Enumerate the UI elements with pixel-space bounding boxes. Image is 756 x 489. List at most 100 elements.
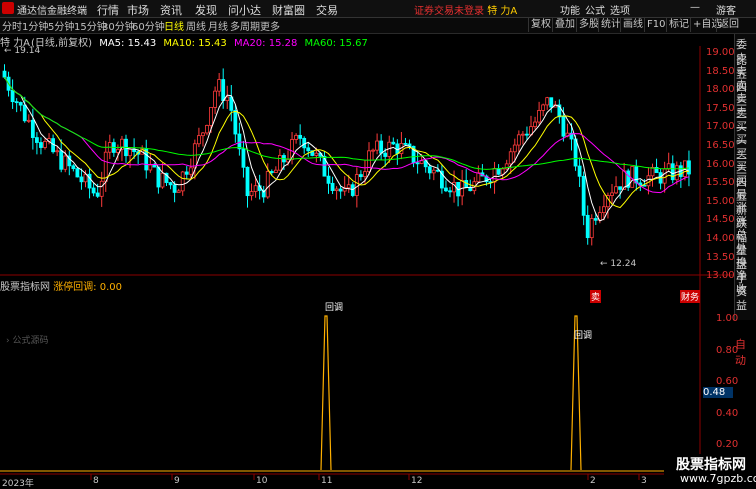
date-axis-tick: 8 <box>93 476 99 486</box>
date-axis-tick: 12 <box>411 476 423 486</box>
candle-body <box>516 134 521 146</box>
candle-body <box>79 176 84 183</box>
trade-login-warning[interactable]: 证券交易未登录 特 力A <box>414 2 517 17</box>
period-tab-6[interactable]: 日线 <box>164 18 184 33</box>
period-tab-5[interactable]: 60分钟 <box>132 18 165 33</box>
candle-body <box>241 148 246 168</box>
candle-body <box>237 133 242 150</box>
candle-body <box>148 164 153 171</box>
current-value-box: 0.48 <box>703 387 733 398</box>
candle-body <box>95 192 100 197</box>
toolbar-button-1[interactable]: 叠加 <box>552 18 577 32</box>
period-tab-1[interactable]: 1分钟 <box>22 18 48 33</box>
indicator-axis-tick: 0.20 <box>716 439 739 450</box>
signal-label-1: 回调 <box>325 303 344 313</box>
toolbar-button-5[interactable]: F10 <box>644 18 667 32</box>
period-tab-10[interactable]: 更多 <box>260 18 280 33</box>
low-price-label: ← 12.24 <box>600 259 637 269</box>
indicator-axis-tick: 0.40 <box>716 407 739 419</box>
period-tab-7[interactable]: 周线 <box>186 18 206 33</box>
candle-body <box>298 134 303 139</box>
menu-gongshi[interactable]: 公式 <box>585 2 605 17</box>
menu-jiaoyi[interactable]: 交易 <box>316 2 338 18</box>
period-tab-4[interactable]: 30分钟 <box>102 18 135 33</box>
price-axis-tick: 17.00 <box>706 121 735 133</box>
candle-body <box>634 166 639 184</box>
menu-hangqing[interactable]: 行情 <box>97 2 119 18</box>
price-axis-tick: 15.00 <box>706 195 735 207</box>
candle-body <box>180 171 185 192</box>
candle-body <box>55 150 60 153</box>
menu-xuanxiang[interactable]: 选项 <box>610 2 630 17</box>
menu-caifuquan[interactable]: 财富圈 <box>272 2 305 18</box>
candle-body <box>614 186 618 194</box>
signal-label-2: 回调 <box>574 331 593 341</box>
candle-body <box>630 166 635 188</box>
menu-wenxiaoda[interactable]: 问小达 <box>228 2 261 18</box>
candle-body <box>83 173 88 183</box>
indicator-source[interactable]: 股票指标网 <box>0 282 50 293</box>
candle-body <box>116 148 120 153</box>
candle-body <box>209 106 213 126</box>
candle-body <box>577 165 582 177</box>
candle-body <box>39 142 43 148</box>
indicator-name: 涨停回调: 0.00 <box>53 282 123 293</box>
toolbar-button-0[interactable]: 复权 <box>528 18 553 32</box>
date-axis-tick: 3 <box>641 476 647 486</box>
price-axis-tick: 13.00 <box>706 270 735 282</box>
candlestick-series <box>2 64 691 246</box>
candle-body <box>363 171 367 178</box>
candle-body <box>492 168 497 183</box>
candle-body <box>128 148 132 157</box>
candle-body <box>521 133 525 136</box>
toolbar-button-4[interactable]: 画线 <box>620 18 645 32</box>
candle-body <box>22 104 27 122</box>
watermark-title: 股票指标网 <box>676 457 746 473</box>
candle-body <box>14 101 19 104</box>
price-axis-tick: 13.50 <box>706 251 735 263</box>
candle-body <box>172 184 177 193</box>
candle-body <box>225 96 230 102</box>
menu-faxian[interactable]: 发现 <box>195 2 217 18</box>
guest-button[interactable]: 游客 <box>716 2 736 17</box>
candle-body <box>650 167 655 177</box>
candle-body <box>326 175 331 184</box>
candle-body <box>371 149 375 152</box>
candle-body <box>545 97 550 106</box>
candle-body <box>496 168 501 175</box>
finance-tag[interactable]: 财务 <box>680 290 701 303</box>
candle-body <box>573 138 578 167</box>
candle-body <box>646 175 651 187</box>
indicator-axis-tick: 0.60 <box>716 376 739 387</box>
candle-body <box>160 172 165 188</box>
candle-body <box>354 174 359 196</box>
candle-body <box>314 152 319 156</box>
price-axis-tick: 18.00 <box>706 84 735 96</box>
menu-zixun[interactable]: 资讯 <box>160 2 182 18</box>
high-price-label: ← 19.14 <box>4 46 41 56</box>
candle-body <box>476 172 481 183</box>
candle-body <box>541 104 546 111</box>
indicator-axis-tick: 0.80 <box>716 344 739 356</box>
period-tab-0[interactable]: 分时 <box>2 18 22 33</box>
candle-body <box>192 143 197 169</box>
minimize-icon[interactable]: — <box>690 2 700 13</box>
candle-body <box>334 188 339 191</box>
period-tab-8[interactable]: 月线 <box>208 18 228 33</box>
date-axis-tick: 2 <box>590 476 596 486</box>
price-axis-tick: 16.00 <box>706 158 735 170</box>
candle-body <box>59 150 64 170</box>
candle-body <box>273 169 278 173</box>
period-tab-2[interactable]: 5分钟 <box>48 18 74 33</box>
period-tab-9[interactable]: 多周期 <box>230 18 260 33</box>
date-axis-tick: 2023年 <box>2 479 34 489</box>
formula-source-link[interactable]: › 公式源码 <box>6 333 48 346</box>
menu-shichang[interactable]: 市场 <box>127 2 149 18</box>
toolbar-button-8[interactable]: 返回 <box>716 18 741 32</box>
toolbar-button-6[interactable]: 标记 <box>666 18 691 32</box>
date-axis-tick: 10 <box>256 476 268 486</box>
candle-body <box>253 185 258 192</box>
candle-body <box>330 182 335 191</box>
menu-gongneng[interactable]: 功能 <box>560 2 580 17</box>
date-axis-tick: 9 <box>174 476 180 486</box>
